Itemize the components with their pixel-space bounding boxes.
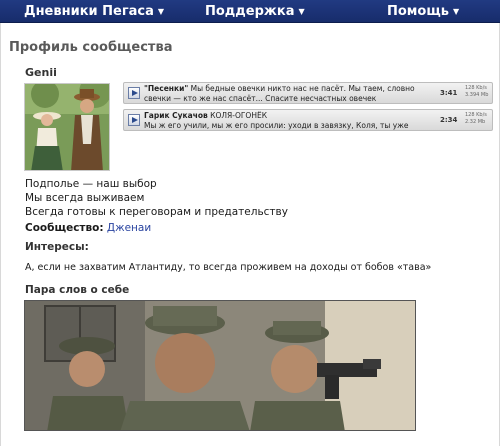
nav-item-help[interactable]: Помощь ▼ (387, 0, 459, 23)
audio-player: Гарик Сукачов КОЛЯ-ОГОНЁК Мы ж его учили… (123, 109, 493, 131)
track-artist: "Песенки" (144, 84, 189, 93)
about-heading: Пара слов о себе (25, 284, 130, 296)
track-meta: 128 Kb/s 3.394 Mb (465, 85, 491, 99)
play-icon[interactable] (128, 114, 140, 126)
motto-line: Всегда готовы к переговорам и предательс… (25, 206, 288, 218)
photo-couple-avatar-icon (25, 84, 109, 170)
nav-item-label: Дневники Пегаса (24, 4, 154, 19)
nav-item-label: Помощь (387, 4, 449, 19)
nav-item-support[interactable]: Поддержка ▼ (205, 0, 305, 23)
community-row: Сообщество: Дженаи (25, 222, 151, 234)
track-title: КОЛЯ-ОГОНЁК (210, 111, 268, 120)
page-title: Профиль сообщества (9, 40, 173, 55)
audio-player: "Песенки" Мы бедные овечки никто нас не … (123, 82, 493, 104)
nav-item-label: Поддержка (205, 4, 295, 19)
track-size: 3.394 Mb (465, 92, 489, 98)
track-duration: 2:34 (440, 116, 458, 124)
photo-soldiers-with-pistol-icon (25, 301, 415, 430)
nav-item-pegasus-diaries[interactable]: Дневники Пегаса ▼ (24, 0, 164, 23)
motto-line: Подполье — наш выбор (25, 178, 157, 190)
track-meta: 128 Kb/s 2.32 Mb (465, 112, 491, 126)
track-description: Гарик Сукачов КОЛЯ-ОГОНЁК Мы ж его учили… (144, 111, 434, 131)
about-photo (24, 300, 416, 431)
track-artist: Гарик Сукачов (144, 111, 208, 120)
track-size: 2.32 Mb (465, 119, 486, 125)
track-bitrate: 128 Kb/s (465, 112, 487, 118)
interests-text: А, если не захватим Атлантиду, то всегда… (25, 262, 432, 273)
track-bitrate: 128 Kb/s (465, 85, 487, 91)
avatar[interactable] (24, 83, 110, 171)
profile-motto: Подполье — наш выбор Мы всегда выживаем … (25, 177, 288, 219)
motto-line: Мы всегда выживаем (25, 192, 145, 204)
chevron-down-icon: ▼ (298, 7, 305, 16)
play-icon[interactable] (128, 87, 140, 99)
top-navigation-bar: Дневники Пегаса ▼ Поддержка ▼ Помощь ▼ (0, 0, 500, 23)
chevron-down-icon: ▼ (452, 7, 460, 16)
community-link[interactable]: Дженаи (107, 222, 151, 234)
interests-heading: Интересы: (25, 241, 89, 253)
profile-username: Genii (25, 66, 57, 79)
track-lyrics: Мы ж его учили, мы ж его просили: уходи … (144, 120, 409, 132)
chevron-down-icon: ▼ (157, 7, 165, 16)
track-duration: 3:41 (440, 89, 458, 97)
track-description: "Песенки" Мы бедные овечки никто нас не … (144, 84, 434, 104)
community-label: Сообщество: (25, 222, 104, 234)
